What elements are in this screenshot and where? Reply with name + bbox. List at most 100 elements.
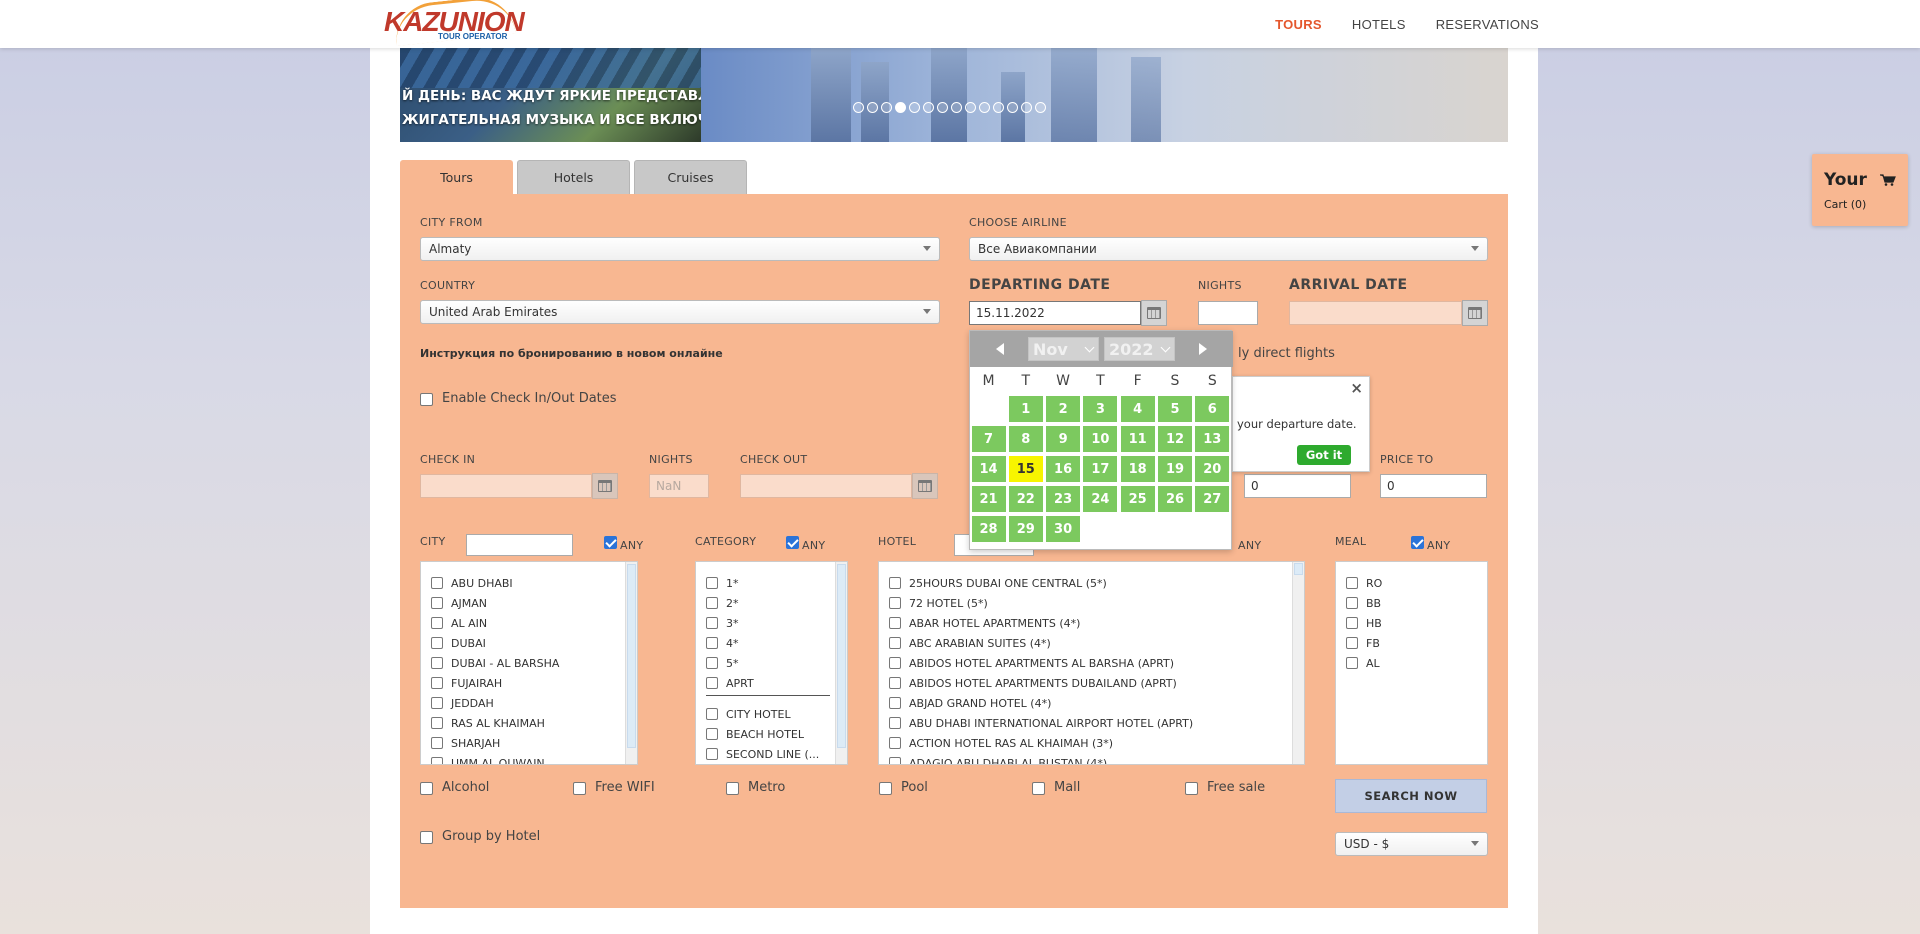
list-item[interactable]: 2* (706, 594, 739, 612)
calendar-day[interactable]: 6 (1194, 395, 1231, 423)
prev-month-icon[interactable] (996, 343, 1004, 355)
slider-dot[interactable] (1021, 102, 1032, 113)
list-item-checkbox[interactable] (706, 657, 718, 669)
calendar-day[interactable]: 2 (1045, 395, 1082, 423)
list-item-checkbox[interactable] (706, 748, 718, 760)
check-in-calendar-button[interactable] (592, 473, 618, 499)
list-item[interactable]: 72 HOTEL (5*) (889, 594, 988, 612)
calendar-day[interactable]: 30 (1045, 515, 1082, 543)
city-list-scrollbar[interactable] (625, 562, 637, 764)
list-item[interactable]: BB (1346, 594, 1381, 612)
hotel-list-scrollbar[interactable] (1292, 562, 1304, 764)
check-in-input[interactable] (420, 474, 592, 498)
slider-dot[interactable] (881, 102, 892, 113)
year-select[interactable]: 2022 (1104, 337, 1175, 361)
departing-date-input[interactable]: 15.11.2022 (969, 301, 1141, 325)
slider-dot[interactable] (895, 102, 906, 113)
calendar-day[interactable]: 10 (1082, 425, 1119, 453)
kazunion-logo[interactable]: KAZUNION TOUR OPERATOR (384, 0, 525, 47)
list-item[interactable]: 25HOURS DUBAI ONE CENTRAL (5*) (889, 574, 1107, 592)
list-item-checkbox[interactable] (706, 597, 718, 609)
nights2-input[interactable]: NaN (649, 474, 709, 498)
list-item[interactable]: ABAR HOTEL APARTMENTS (4*) (889, 614, 1080, 632)
calendar-day[interactable]: 8 (1007, 425, 1044, 453)
calendar-day[interactable]: 14 (970, 455, 1007, 483)
list-item-checkbox[interactable] (1346, 617, 1358, 629)
list-item[interactable]: BEACH HOTEL (706, 725, 804, 743)
nights-input[interactable] (1198, 301, 1258, 325)
calendar-day[interactable]: 29 (1007, 515, 1044, 543)
country-select[interactable]: United Arab Emirates (420, 300, 940, 324)
hero-banner[interactable]: Й ДЕНЬ: ВАС ЖДУТ ЯРКИЕ ПРЕДСТАВЛЕНИЯ, ЖИ… (400, 48, 1508, 142)
category-list-scrollbar[interactable] (835, 562, 847, 764)
list-item-checkbox[interactable] (889, 717, 901, 729)
slider-dot[interactable] (1035, 102, 1046, 113)
list-item-checkbox[interactable] (889, 737, 901, 749)
list-item[interactable]: ABIDOS HOTEL APARTMENTS AL BARSHA (APRT) (889, 654, 1174, 672)
slider-dot[interactable] (993, 102, 1004, 113)
list-item[interactable]: APRT (706, 674, 754, 692)
scrollbar-thumb[interactable] (1294, 563, 1303, 575)
list-item[interactable]: RO (1346, 574, 1382, 592)
city-listbox[interactable]: ABU DHABI AJMAN AL AIN DUBAI DUBAI - AL BARS… (420, 561, 638, 765)
list-item[interactable]: FB (1346, 634, 1380, 652)
slider-dot[interactable] (1007, 102, 1018, 113)
meal-listbox[interactable]: RO BB HB FB AL (1335, 561, 1488, 765)
airline-select[interactable]: Все Авиакомпании (969, 237, 1488, 261)
list-item[interactable]: RAS AL KHAIMAH (431, 714, 545, 732)
list-item-checkbox[interactable] (1346, 577, 1358, 589)
currency-select[interactable]: USD - $ (1335, 832, 1488, 856)
calendar-day[interactable]: 18 (1119, 455, 1156, 483)
list-item-checkbox[interactable] (431, 657, 443, 669)
tab-tours[interactable]: Tours (400, 160, 513, 194)
list-item[interactable]: CITY HOTEL (706, 705, 791, 723)
calendar-day[interactable]: 1 (1007, 395, 1044, 423)
slider-dot[interactable] (923, 102, 934, 113)
slider-dot[interactable] (979, 102, 990, 113)
list-item-checkbox[interactable] (706, 577, 718, 589)
next-month-icon[interactable] (1199, 343, 1207, 355)
list-item-checkbox[interactable] (431, 637, 443, 649)
amenity-checkbox[interactable] (1185, 782, 1198, 795)
calendar-day[interactable]: 22 (1007, 485, 1044, 513)
city-from-select[interactable]: Almaty (420, 237, 940, 261)
search-now-button[interactable]: SEARCH NOW (1335, 779, 1487, 813)
list-item[interactable]: 5* (706, 654, 739, 672)
calendar-day[interactable]: 4 (1119, 395, 1156, 423)
amenity-checkbox[interactable] (573, 782, 586, 795)
nav-reservations[interactable]: RESERVATIONS (1436, 17, 1539, 32)
calendar-day[interactable]: 5 (1157, 395, 1193, 423)
list-item-checkbox[interactable] (706, 637, 718, 649)
list-item-checkbox[interactable] (431, 677, 443, 689)
calendar-day[interactable]: 7 (970, 425, 1007, 453)
calendar-day[interactable]: 25 (1119, 485, 1156, 513)
calendar-day[interactable]: 21 (970, 485, 1007, 513)
list-item[interactable]: ABU DHABI (431, 574, 513, 592)
list-item[interactable]: JEDDAH (431, 694, 494, 712)
list-item-checkbox[interactable] (431, 577, 443, 589)
list-item[interactable]: AJMAN (431, 594, 487, 612)
list-item[interactable]: FUJAIRAH (431, 674, 502, 692)
calendar-day[interactable]: 27 (1194, 485, 1231, 513)
slider-dot[interactable] (937, 102, 948, 113)
check-out-calendar-button[interactable] (912, 473, 938, 499)
list-item[interactable]: ADAGIO ABU DHABI AL BUSTAN (4*) (889, 754, 1107, 764)
slider-dot[interactable] (909, 102, 920, 113)
list-item-checkbox[interactable] (1346, 597, 1358, 609)
arrival-date-input[interactable] (1289, 301, 1462, 325)
list-item-checkbox[interactable] (1346, 657, 1358, 669)
got-it-button[interactable]: Got it (1297, 445, 1351, 465)
list-item[interactable]: ABJAD GRAND HOTEL (4*) (889, 694, 1051, 712)
calendar-day[interactable]: 11 (1119, 425, 1156, 453)
list-item[interactable]: 4* (706, 634, 739, 652)
list-item[interactable]: SHARJAH (431, 734, 500, 752)
nav-hotels[interactable]: HOTELS (1352, 17, 1406, 32)
calendar-day[interactable]: 26 (1157, 485, 1193, 513)
close-icon[interactable]: × (1350, 379, 1363, 397)
list-item-checkbox[interactable] (431, 617, 443, 629)
cart-widget[interactable]: Your Cart (0) (1812, 154, 1908, 226)
list-item-checkbox[interactable] (431, 757, 443, 764)
amenity-checkbox[interactable] (879, 782, 892, 795)
list-item-checkbox[interactable] (706, 617, 718, 629)
list-item[interactable]: ABIDOS HOTEL APARTMENTS DUBAILAND (APRT) (889, 674, 1177, 692)
